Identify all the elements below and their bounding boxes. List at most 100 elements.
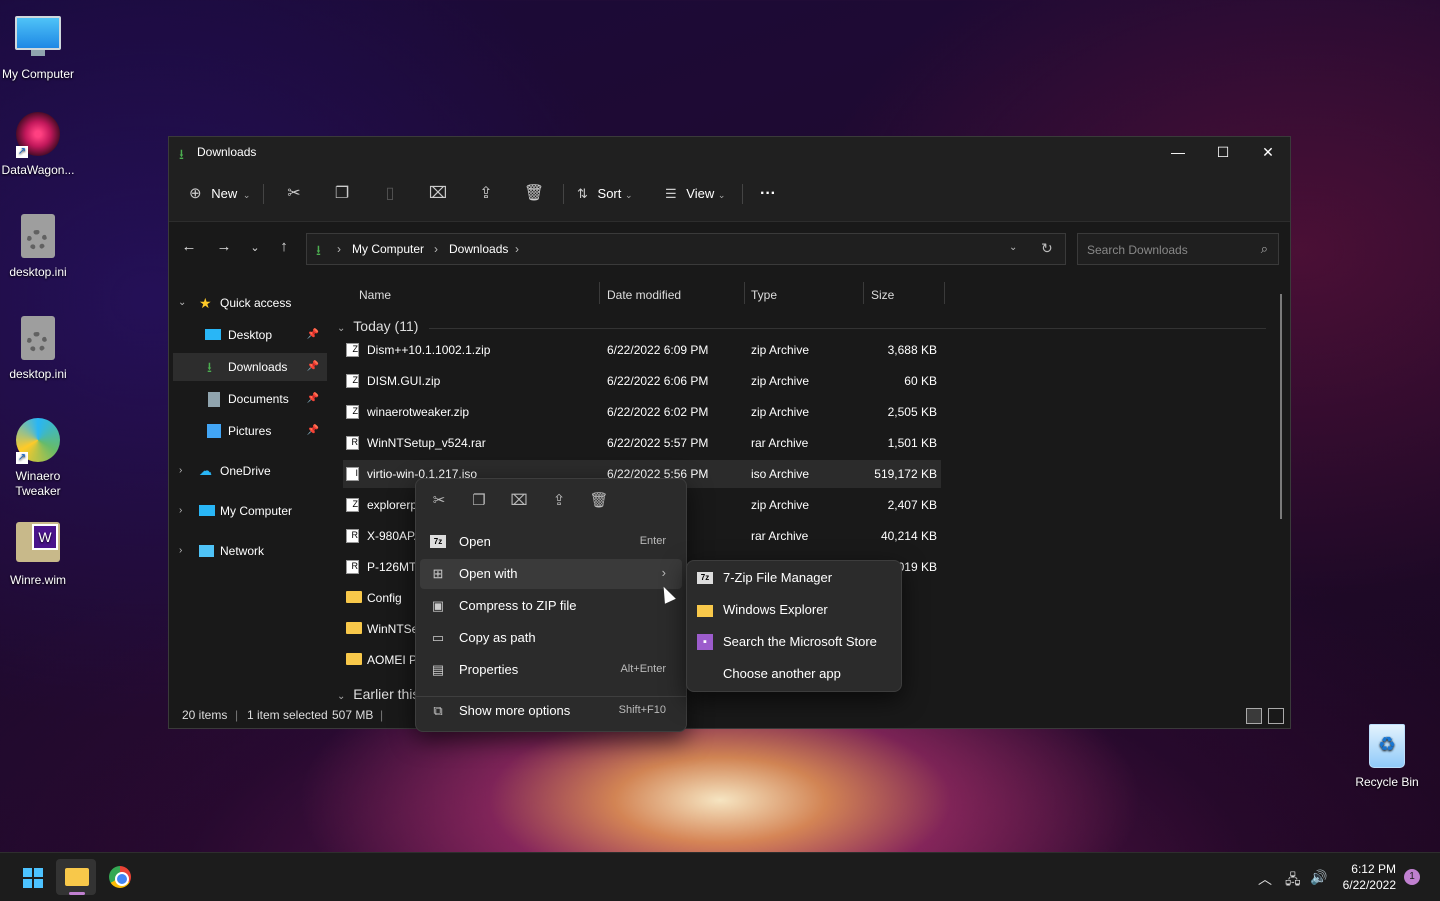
title-bar[interactable]: ⭳ Downloads — ☐ ✕ xyxy=(169,137,1290,167)
more-options-icon: ⧉ xyxy=(433,703,443,718)
group-today[interactable]: ⌄ Today (11) xyxy=(337,318,418,334)
delete-icon[interactable]: 🗑 xyxy=(520,180,548,208)
chevron-down-icon: ⌄ xyxy=(717,190,726,200)
chevron-right-icon: › xyxy=(179,545,183,556)
desktop-icon-desktop-ini-2[interactable]: desktop.ini xyxy=(0,314,76,382)
view-button[interactable]: ☰ View ⌄ xyxy=(665,180,725,208)
chevron-right-icon: › xyxy=(179,465,183,476)
sort-button[interactable]: ⇅ Sort ⌄ xyxy=(577,180,633,208)
column-size[interactable]: Size xyxy=(871,288,894,302)
nav-item-downloads[interactable]: ⭳ Downloads 📌 xyxy=(173,353,327,381)
delete-icon[interactable]: 🗑 xyxy=(587,491,611,509)
start-button[interactable] xyxy=(12,859,52,895)
pin-icon: 📌 xyxy=(306,425,319,436)
archive-file-icon: Z xyxy=(346,498,359,512)
menu-item-show-more-options[interactable]: ⧉ Show more options Shift+F10 xyxy=(420,696,682,726)
network-icon xyxy=(199,545,214,557)
file-row[interactable]: Z Dism++10.1.1002.1.zip 6/22/2022 6:09 PM z… xyxy=(343,336,941,364)
menu-shortcut: Alt+Enter xyxy=(620,663,666,675)
refresh-icon[interactable]: ↻ xyxy=(1041,240,1053,257)
show-hidden-icons-chevron-icon[interactable]: ︿ xyxy=(1258,869,1272,889)
rename-icon[interactable]: ⌧ xyxy=(424,180,452,208)
menu-item-open[interactable]: 7z Open Enter xyxy=(420,527,682,557)
file-size: 519,172 KB xyxy=(874,467,937,481)
copy-icon[interactable]: ❐ xyxy=(467,491,491,509)
desktop-icon-desktop-ini-1[interactable]: desktop.ini xyxy=(0,212,76,280)
file-row[interactable]: R WinNTSetup_v524.rar 6/22/2022 5:57 PM rar… xyxy=(343,429,941,457)
network-icon[interactable]: 🖧 xyxy=(1285,869,1301,893)
nav-quick-access[interactable]: ⌄ ★ Quick access xyxy=(169,289,327,317)
chevron-down-icon[interactable]: ⌄ xyxy=(1009,242,1017,253)
maximize-button[interactable]: ☐ xyxy=(1200,137,1246,167)
nav-my-computer[interactable]: › My Computer xyxy=(169,497,327,525)
search-icon: ⌕ xyxy=(1260,241,1268,256)
more-options-button[interactable]: ··· xyxy=(760,180,776,208)
recent-locations-icon[interactable]: ⌄ xyxy=(245,241,265,254)
nav-onedrive[interactable]: › ☁ OneDrive xyxy=(169,457,327,485)
up-arrow-icon[interactable]: ↑ xyxy=(274,238,294,255)
desktop-icon-my-computer[interactable]: My Computer xyxy=(0,10,76,82)
tiles-view-icon[interactable] xyxy=(1268,708,1284,724)
address-bar[interactable]: ⭳ › My Computer › Downloads › ⌄ ↻ xyxy=(306,233,1066,265)
search-box[interactable]: Search Downloads ⌕ xyxy=(1077,233,1279,265)
nav-network[interactable]: › Network xyxy=(169,537,327,565)
clock-date: 6/22/2022 xyxy=(1342,878,1396,892)
column-type[interactable]: Type xyxy=(751,288,777,302)
desktop-icon-winre[interactable]: Winre.wim xyxy=(0,518,76,588)
share-icon[interactable]: ⇪ xyxy=(472,180,500,208)
forward-arrow-icon[interactable]: → xyxy=(214,238,234,255)
notification-badge[interactable]: 1 xyxy=(1404,869,1420,885)
new-button[interactable]: ⊕ New ⌄ xyxy=(189,180,250,208)
paste-icon[interactable]: ▯ xyxy=(376,180,404,208)
address-row: ← → ⌄ ↑ ⭳ › My Computer › Downloads › ⌄ … xyxy=(169,222,1290,274)
search-input[interactable]: Search Downloads xyxy=(1087,243,1188,257)
copy-icon[interactable]: ❐ xyxy=(328,180,356,208)
menu-item-copy-as-path[interactable]: ▭ Copy as path xyxy=(420,623,682,653)
file-row[interactable]: Zwinaerotweaker.zip 6/22/2022 6:02 PM zip … xyxy=(343,398,941,426)
archive-file-icon: R xyxy=(346,436,359,450)
chevron-down-icon: ⌄ xyxy=(625,190,633,200)
breadcrumb-downloads[interactable]: Downloads xyxy=(449,242,508,256)
taskbar-chrome[interactable] xyxy=(100,859,140,895)
desktop-icon-winaero-tweaker[interactable]: ↗ Winaero Tweaker xyxy=(0,416,76,499)
desktop-icon-recycle-bin[interactable]: ♻ Recycle Bin xyxy=(1348,722,1426,790)
folder-icon xyxy=(346,653,362,665)
file-type: zip Archive xyxy=(751,343,810,357)
cut-icon[interactable]: ✂ xyxy=(280,180,308,208)
nav-item-documents[interactable]: Documents 📌 xyxy=(173,385,327,413)
minimize-button[interactable]: — xyxy=(1155,137,1201,167)
download-icon: ⭳ xyxy=(179,146,184,162)
wim-file-icon xyxy=(14,522,62,570)
file-row[interactable]: Z DISM.GUI.zip 6/22/2022 6:06 PM zip Archiv… xyxy=(343,367,941,395)
chevron-right-icon: › xyxy=(179,505,183,516)
nav-item-pictures[interactable]: Pictures 📌 xyxy=(173,417,327,445)
clock[interactable]: 6:12 PM 6/22/2022 xyxy=(1343,861,1396,893)
rename-icon[interactable]: ⌧ xyxy=(507,491,531,509)
breadcrumb-separator: › xyxy=(515,242,519,256)
close-button[interactable]: ✕ xyxy=(1245,137,1291,167)
submenu-label: Search the Microsoft Store xyxy=(723,634,877,649)
desktop-icon-datawagon[interactable]: ↗ DataWagon... xyxy=(0,110,76,178)
details-view-icon[interactable] xyxy=(1246,708,1262,724)
submenu-item-windows-explorer[interactable]: Windows Explorer xyxy=(691,595,897,625)
menu-item-properties[interactable]: ▤ Properties Alt+Enter xyxy=(420,655,682,685)
breadcrumb-my-computer[interactable]: My Computer xyxy=(352,242,424,256)
submenu-item-microsoft-store[interactable]: ▪ Search the Microsoft Store xyxy=(691,627,897,657)
menu-label: Compress to ZIP file xyxy=(459,598,577,613)
group-earlier[interactable]: ⌄ Earlier this xyxy=(337,686,419,702)
share-icon[interactable]: ⇪ xyxy=(547,491,571,509)
column-date-modified[interactable]: Date modified xyxy=(607,288,681,302)
vertical-scrollbar[interactable] xyxy=(1280,294,1282,519)
context-menu: ✂ ❐ ⌧ ⇪ 🗑 7z Open Enter ⊞ Open with › ▣ … xyxy=(415,478,687,732)
menu-item-compress-zip[interactable]: ▣ Compress to ZIP file xyxy=(420,591,682,621)
nav-item-desktop[interactable]: Desktop 📌 xyxy=(173,321,327,349)
folder-icon xyxy=(346,622,362,634)
submenu-item-choose-another-app[interactable]: Choose another app xyxy=(691,659,897,689)
cut-icon[interactable]: ✂ xyxy=(427,491,451,509)
taskbar-file-explorer[interactable] xyxy=(56,859,96,895)
column-name[interactable]: Name xyxy=(359,288,391,302)
back-arrow-icon[interactable]: ← xyxy=(179,238,199,255)
volume-icon[interactable]: 🔊 xyxy=(1310,869,1327,886)
menu-item-open-with[interactable]: ⊞ Open with › xyxy=(420,559,682,589)
submenu-item-7zip[interactable]: 7z 7-Zip File Manager xyxy=(691,563,897,593)
